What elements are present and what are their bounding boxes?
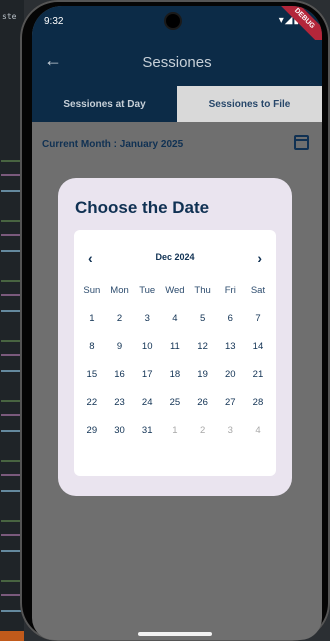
calendar-day[interactable]: 13	[216, 341, 244, 352]
dialog-title: Choose the Date	[75, 198, 210, 217]
calendar-day-outside-month: 4	[255, 425, 261, 436]
calendar-day[interactable]: 2	[106, 313, 134, 324]
calendar-card: ‹ Dec 2024 › Sun Mon Tue Wed Thu Fri Sat 1 2 3 4 5 6…	[74, 230, 276, 476]
calendar-day[interactable]: 7	[244, 313, 272, 324]
calendar-day[interactable]: 30	[106, 425, 134, 436]
calendar-day-outside-month: 2	[199, 425, 206, 436]
month-year-label: Dec 2024	[155, 252, 195, 262]
calendar-day[interactable]: 10	[133, 341, 161, 352]
weekday-label: Tue	[139, 285, 156, 296]
calendar-day[interactable]: 5	[189, 313, 217, 324]
calendar-day[interactable]: 17	[133, 369, 161, 380]
editor-tab-text: ste	[2, 12, 17, 21]
calendar-day[interactable]: 19	[189, 369, 217, 380]
weekday-label: Sun	[83, 285, 101, 296]
calendar-day[interactable]: 25	[161, 397, 189, 408]
calendar-day[interactable]: 14	[244, 341, 272, 352]
current-month-label: Current Month : January 2025	[42, 139, 184, 150]
calendar-day[interactable]: 8	[78, 341, 106, 352]
phone-screen: 9:32 ▾◢▮ DEBUG ← Sessiones Sessiones at …	[32, 6, 322, 640]
month-navigation: ‹ Dec 2024 ›	[74, 250, 276, 266]
calendar-day-outside-month: 3	[227, 425, 233, 436]
calendar-day[interactable]: 4	[161, 313, 189, 324]
calendar-day[interactable]: 23	[106, 397, 134, 408]
weekday-label: Wed	[165, 285, 185, 296]
camera-cutout	[164, 12, 182, 30]
weekday-label: Fri	[224, 285, 236, 296]
calendar-day[interactable]: 27	[216, 397, 244, 408]
calendar-day-outside-month: 1	[172, 425, 178, 436]
calendar-week-row: 1234567	[78, 313, 272, 341]
calendar-day[interactable]: 28	[244, 397, 272, 408]
weekday-label: Mon	[110, 285, 129, 296]
calendar-day[interactable]: 3	[133, 313, 161, 324]
calendar-day[interactable]: 16	[106, 369, 134, 380]
calendar-week-row: 8 9 10 11 12 13 14	[78, 341, 272, 369]
calendar-day[interactable]: 26	[189, 397, 217, 408]
tab-sessiones-at-day[interactable]: Sessiones at Day	[32, 86, 177, 122]
calendar-day[interactable]: 20	[216, 369, 244, 380]
weekday-header-row: Sun Mon Tue Wed Thu Fri Sat	[78, 285, 272, 313]
calendar-day[interactable]: 22	[78, 397, 106, 408]
calendar-icon[interactable]	[294, 135, 309, 150]
calendar-week-row: 29 30 31 1 2 3 4	[78, 425, 272, 453]
calendar-week-row: 15 16 17 18 19 20 21	[78, 369, 272, 397]
calendar-day[interactable]: 31	[133, 425, 161, 436]
calendar-day[interactable]: 9	[106, 341, 134, 352]
date-picker-dialog: Choose the Date ‹ Dec 2024 › Sun Mon Tue We…	[58, 178, 292, 496]
calendar-day[interactable]: 12	[189, 341, 217, 352]
status-bar: 9:32 ▾◢▮ DEBUG	[32, 6, 322, 53]
tab-bar: Sessiones at Day Sessiones to File	[32, 86, 322, 122]
weekday-label: Sat	[250, 285, 266, 296]
calendar-day[interactable]: 29	[78, 425, 106, 436]
editor-status-bar	[0, 631, 24, 641]
calendar-day[interactable]: 1	[78, 313, 106, 324]
tab-sessiones-to-file[interactable]: Sessiones to File	[177, 86, 322, 122]
calendar-day[interactable]: 15	[78, 369, 106, 380]
phone-frame: 9:32 ▾◢▮ DEBUG ← Sessiones Sessiones at …	[20, 0, 330, 641]
status-time: 9:32	[44, 16, 64, 27]
calendar-day[interactable]: 6	[216, 313, 244, 324]
calendar-day[interactable]: 24	[133, 397, 161, 408]
calendar-grid: Sun Mon Tue Wed Thu Fri Sat 1 2 3 4 5 6 7 8 9 10 11 12 13 14…	[78, 285, 272, 453]
calendar-day[interactable]: 18	[161, 369, 189, 380]
page-title: Sessiones	[142, 54, 212, 71]
calendar-week-row: 22 23 24 25 26 27 28	[78, 397, 272, 425]
home-indicator	[138, 632, 212, 636]
calendar-day[interactable]: 21	[244, 369, 272, 380]
chevron-right-icon[interactable]: ›	[257, 250, 262, 266]
calendar-day[interactable]: 11	[161, 341, 189, 352]
weekday-label: Thu	[194, 285, 211, 296]
app-bar: ← Sessiones	[32, 40, 322, 86]
